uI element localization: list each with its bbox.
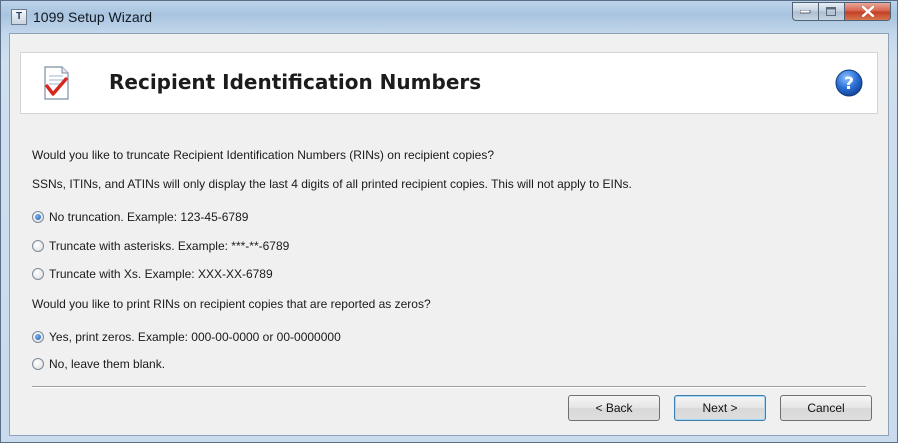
radio-button[interactable] (32, 358, 44, 370)
footer-divider (32, 386, 866, 388)
radio-label: Truncate with asterisks. Example: ***-**… (49, 239, 290, 253)
radio-label: No, leave them blank. (49, 357, 166, 371)
close-icon (861, 6, 874, 17)
window-controls (792, 2, 891, 21)
maximize-button[interactable] (819, 2, 845, 21)
maximize-icon (826, 6, 836, 16)
radio-button[interactable] (32, 240, 44, 252)
help-icon[interactable]: ? (835, 69, 863, 97)
wizard-window: T 1099 Setup Wizard Recipient Identifica… (0, 0, 898, 443)
radio-label: Yes, print zeros. Example: 000-00-0000 o… (49, 330, 341, 344)
radio-label: Truncate with Xs. Example: XXX-XX-6789 (49, 267, 273, 281)
radio-no-truncation[interactable]: No truncation. Example: 123-45-6789 (32, 210, 248, 224)
app-icon: T (11, 9, 27, 25)
truncate-info: SSNs, ITINs, and ATINs will only display… (32, 177, 632, 191)
radio-truncate-xs[interactable]: Truncate with Xs. Example: XXX-XX-6789 (32, 267, 273, 281)
checklist-document-icon (44, 66, 69, 100)
radio-button[interactable] (32, 331, 44, 343)
minimize-icon (800, 9, 811, 13)
truncate-question: Would you like to truncate Recipient Ide… (32, 148, 494, 162)
close-button[interactable] (845, 2, 891, 21)
zeros-question: Would you like to print RINs on recipien… (32, 297, 431, 311)
title-bar[interactable]: T 1099 Setup Wizard (1, 1, 897, 33)
help-glyph: ? (844, 74, 854, 94)
page-title: Recipient Identification Numbers (109, 70, 482, 94)
radio-button[interactable] (32, 211, 44, 223)
wizard-client-area: Recipient Identification Numbers ? Would… (9, 33, 889, 436)
radio-print-zeros[interactable]: Yes, print zeros. Example: 000-00-0000 o… (32, 330, 341, 344)
window-title: 1099 Setup Wizard (33, 9, 153, 25)
minimize-button[interactable] (792, 2, 819, 21)
wizard-header: Recipient Identification Numbers ? (20, 52, 878, 114)
back-button[interactable]: < Back (568, 395, 660, 421)
cancel-button[interactable]: Cancel (780, 395, 872, 421)
radio-leave-blank[interactable]: No, leave them blank. (32, 357, 165, 371)
radio-button[interactable] (32, 268, 44, 280)
radio-truncate-asterisks[interactable]: Truncate with asterisks. Example: ***-**… (32, 239, 289, 253)
next-button[interactable]: Next > (674, 395, 766, 421)
radio-label: No truncation. Example: 123-45-6789 (49, 210, 249, 224)
